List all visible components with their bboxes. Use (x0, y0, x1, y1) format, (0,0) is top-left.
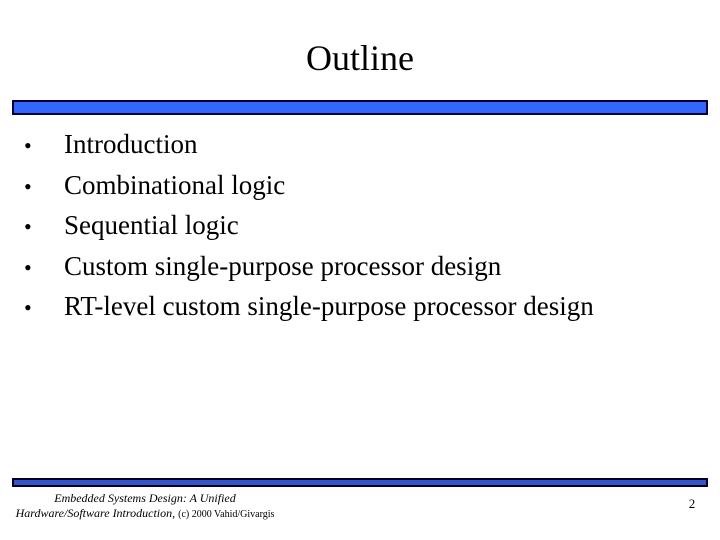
outline-list: • Introduction • Combinational logic • S… (24, 124, 594, 327)
list-item: • Introduction (24, 124, 594, 165)
footer-citation: Embedded Systems Design: A Unified Hardw… (0, 491, 290, 522)
footer-line2-italic: Hardware/Software Introduction, (15, 506, 176, 520)
bullet-icon: • (24, 254, 32, 280)
list-item-text: Sequential logic (64, 210, 239, 240)
list-item: • Combinational logic (24, 165, 594, 206)
footer-copyright: (c) 2000 Vahid/Givargis (178, 509, 275, 520)
list-item-text: RT-level custom single-purpose processor… (64, 291, 594, 321)
bullet-icon: • (24, 214, 32, 239)
bullet-icon: • (24, 295, 32, 320)
list-item-text: Custom single-purpose processor design (64, 250, 502, 281)
slide-title: Outline (306, 38, 414, 78)
title-divider-bar (12, 100, 708, 115)
list-item: • Sequential logic (24, 205, 594, 246)
bullet-icon: • (24, 133, 32, 158)
list-item: • Custom single-purpose processor design (24, 246, 594, 287)
page-number: 2 (688, 496, 696, 511)
list-item-text: Combinational logic (64, 169, 286, 200)
footer-line1: Embedded Systems Design: A Unified (54, 491, 236, 505)
list-item-text: Introduction (64, 129, 198, 159)
footer-divider-bar (12, 478, 708, 487)
list-item: • RT-level custom single-purpose process… (24, 286, 594, 327)
bullet-icon: • (24, 173, 32, 199)
